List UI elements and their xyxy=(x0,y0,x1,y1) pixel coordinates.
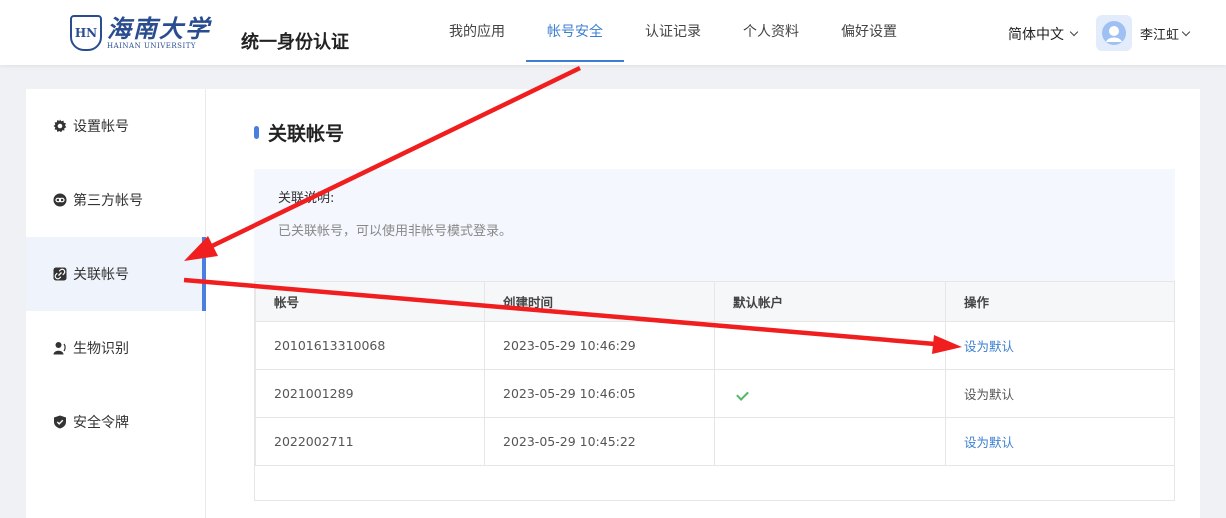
sidebar-item-label: 安全令牌 xyxy=(73,415,129,431)
sidebar-item-linked-account[interactable]: 关联帐号 xyxy=(26,237,206,311)
nav-auth-records[interactable]: 认证记录 xyxy=(624,0,722,65)
cell-default xyxy=(714,417,946,466)
col-header-action: 操作 xyxy=(945,281,1175,322)
sidebar-item-label: 生物识别 xyxy=(73,341,129,357)
sidebar: 设置帐号 第三方帐号 关联帐号 生物识别 安全令牌 xyxy=(26,89,206,518)
chevron-down-icon xyxy=(1181,27,1191,36)
nav-account-security[interactable]: 帐号安全 xyxy=(526,0,624,65)
cell-default xyxy=(714,369,946,418)
col-header-account: 帐号 xyxy=(255,281,485,322)
linked-account-icon xyxy=(53,267,67,281)
avatar[interactable] xyxy=(1096,15,1132,51)
cell-account: 20101613310068 xyxy=(255,321,485,370)
sidebar-item-third-party[interactable]: 第三方帐号 xyxy=(26,163,206,237)
title-accent-bar xyxy=(254,126,259,139)
set-default-link[interactable]: 设为默认 xyxy=(964,339,1014,354)
set-default-disabled: 设为默认 xyxy=(964,387,1015,402)
table-row: 2021001289 2023-05-29 10:46:05 设为默认 xyxy=(255,369,1175,418)
university-logo[interactable]: HN 海南大学 HAINAN UNIVERSITY xyxy=(70,15,211,51)
sidebar-item-label: 第三方帐号 xyxy=(73,193,143,209)
note-title: 关联说明: xyxy=(278,191,335,206)
cell-created: 2023-05-29 10:46:29 xyxy=(484,321,715,370)
col-header-default: 默认帐户 xyxy=(714,281,946,322)
logo-name-cn: 海南大学 xyxy=(107,13,211,43)
nav-my-apps[interactable]: 我的应用 xyxy=(428,0,526,65)
note-body: 已关联帐号，可以使用非帐号模式登录。 xyxy=(278,224,513,239)
page-title: 关联帐号 xyxy=(254,119,344,146)
chevron-down-icon xyxy=(1069,27,1079,37)
cell-created: 2023-05-29 10:46:05 xyxy=(484,369,715,418)
site-title: 统一身份认证 xyxy=(241,32,349,53)
language-label: 简体中文 xyxy=(1008,27,1064,43)
nav-preferences[interactable]: 偏好设置 xyxy=(820,0,918,65)
page-title-text: 关联帐号 xyxy=(268,123,345,145)
col-header-created: 创建时间 xyxy=(484,281,715,322)
language-selector[interactable]: 简体中文 xyxy=(1008,24,1079,44)
user-avatar-icon xyxy=(1102,21,1126,45)
user-name: 李江虹 xyxy=(1140,28,1180,43)
sidebar-item-label: 设置帐号 xyxy=(73,119,129,135)
user-menu[interactable]: 李江虹 xyxy=(1140,24,1191,43)
table-header-row: 帐号 创建时间 默认帐户 操作 xyxy=(255,281,1175,322)
nav-profile[interactable]: 个人资料 xyxy=(722,0,820,65)
set-default-link[interactable]: 设为默认 xyxy=(964,435,1014,450)
info-note: 关联说明: 已关联帐号，可以使用非帐号模式登录。 xyxy=(254,169,1175,281)
logo-name-en: HAINAN UNIVERSITY xyxy=(107,41,197,50)
gear-icon xyxy=(53,119,67,133)
top-header: HN 海南大学 HAINAN UNIVERSITY 统一身份认证 我的应用 帐号… xyxy=(0,0,1226,65)
sidebar-item-biometric[interactable]: 生物识别 xyxy=(26,311,206,385)
table-row: 20101613310068 2023-05-29 10:46:29 设为默认 xyxy=(255,321,1175,370)
cell-created: 2023-05-29 10:45:22 xyxy=(484,417,715,466)
check-icon xyxy=(736,388,749,401)
linked-accounts-table: 帐号 创建时间 默认帐户 操作 20101613310068 2023-05-2… xyxy=(254,281,1175,501)
table-row: 2022002711 2023-05-29 10:45:22 设为默认 xyxy=(255,417,1175,466)
cell-account: 2021001289 xyxy=(255,369,485,418)
sidebar-item-label: 关联帐号 xyxy=(73,267,129,283)
sidebar-item-security-token[interactable]: 安全令牌 xyxy=(26,385,206,459)
main-nav: 我的应用 帐号安全 认证记录 个人资料 偏好设置 xyxy=(428,0,918,65)
logo-emblem: HN xyxy=(70,15,102,51)
user-biometric-icon xyxy=(53,341,67,355)
shield-check-icon xyxy=(53,415,67,429)
cell-default xyxy=(714,321,946,370)
sidebar-item-set-account[interactable]: 设置帐号 xyxy=(26,89,206,163)
link-circle-icon xyxy=(53,193,67,207)
main-panel: 关联帐号 关联说明: 已关联帐号，可以使用非帐号模式登录。 帐号 创建时间 默认… xyxy=(206,89,1200,518)
cell-account: 2022002711 xyxy=(255,417,485,466)
